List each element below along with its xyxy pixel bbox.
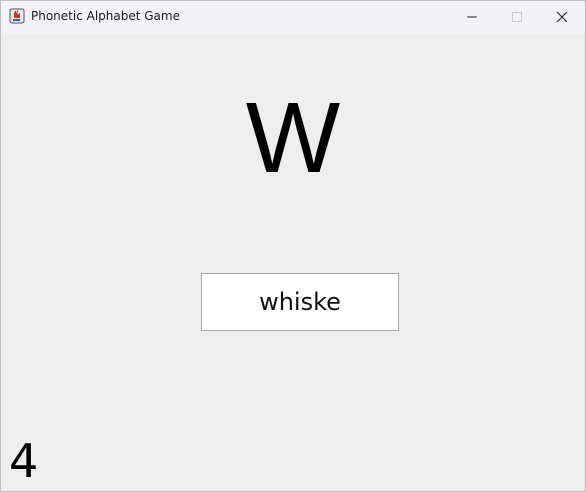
close-icon	[556, 8, 568, 27]
window-title: Phonetic Alphabet Game	[31, 9, 180, 23]
close-button[interactable]	[539, 1, 585, 33]
game-panel: W 4	[1, 33, 585, 491]
answer-input[interactable]	[201, 273, 399, 331]
title-bar[interactable]: Phonetic Alphabet Game	[1, 1, 585, 33]
maximize-icon	[511, 8, 523, 27]
maximize-button[interactable]	[494, 1, 540, 33]
app-window: Phonetic Alphabet Game W whiske 4	[0, 0, 586, 492]
score-counter: 4	[9, 434, 39, 488]
target-letter: W	[245, 82, 341, 194]
minimize-button[interactable]	[449, 1, 495, 33]
minimize-icon	[466, 8, 478, 27]
java-cup-icon	[9, 8, 25, 24]
